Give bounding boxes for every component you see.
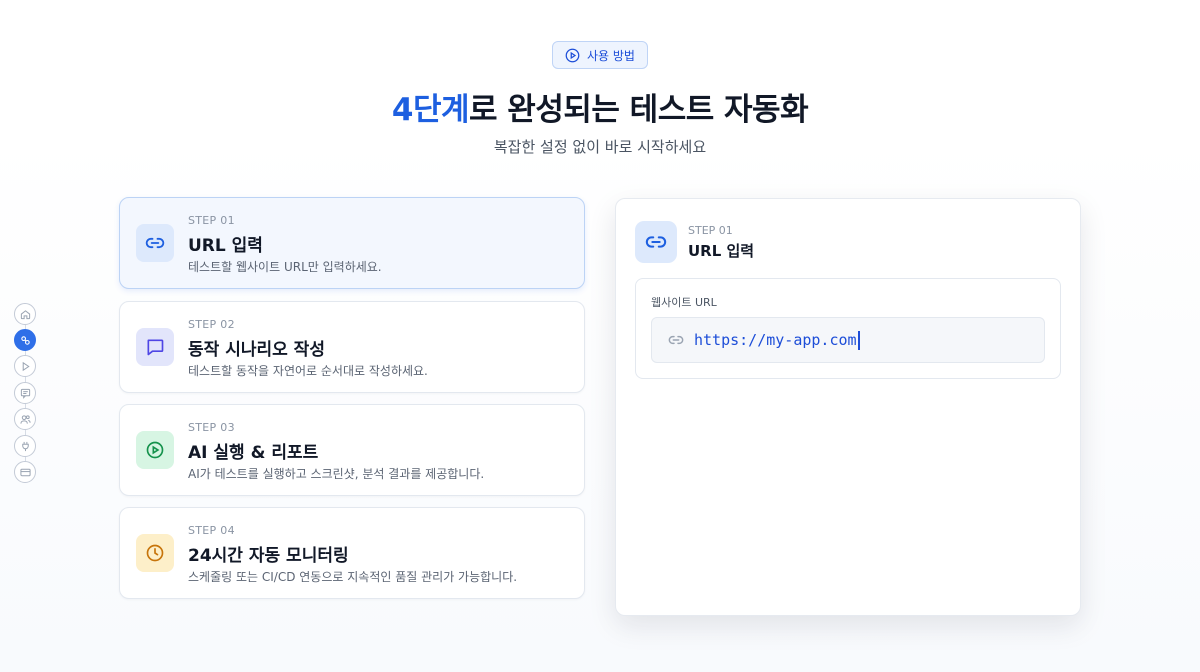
- step-card-3[interactable]: STEP 03 AI 실행 & 리포트 AI가 테스트를 실행하고 스크린샷, …: [119, 404, 585, 496]
- step-4-icon-box: [136, 534, 174, 572]
- step-title: URL 입력: [188, 236, 263, 256]
- url-input-value: https://my-app.com: [694, 331, 857, 349]
- play-icon: [22, 361, 30, 371]
- link-icon: [20, 335, 30, 345]
- how-to-badge: 사용 방법: [552, 41, 648, 69]
- step-title: AI 실행 & 리포트: [188, 443, 319, 463]
- step-preview-panel: STEP 01 URL 입력 웹사이트 URL https://my-app.c…: [615, 198, 1081, 616]
- url-field-label: 웹사이트 URL: [651, 296, 717, 309]
- rail-users-button[interactable]: [14, 408, 36, 430]
- link-icon: [645, 236, 667, 248]
- rail-home-button[interactable]: [14, 303, 36, 325]
- page-subtitle: 복잡한 설정 없이 바로 시작하세요: [493, 138, 707, 156]
- step-card-1[interactable]: STEP 01 URL 입력 테스트할 웹사이트 URL만 입력하세요.: [119, 197, 585, 289]
- message-icon: [20, 388, 30, 399]
- rail-link-button[interactable]: [14, 329, 36, 351]
- step-title: 24시간 자동 모니터링: [188, 546, 349, 566]
- step-number: STEP 03: [188, 421, 235, 434]
- panel-title: URL 입력: [688, 242, 755, 260]
- step-card-4[interactable]: STEP 04 24시간 자동 모니터링 스케줄링 또는 CI/CD 연동으로 …: [119, 507, 585, 599]
- step-number: STEP 01: [188, 214, 235, 227]
- link-icon: [145, 237, 165, 249]
- rail-card-button[interactable]: [14, 461, 36, 483]
- url-input[interactable]: https://my-app.com: [651, 317, 1045, 363]
- text-caret: [857, 331, 860, 350]
- link-icon: [668, 335, 684, 345]
- step-3-icon-box: [136, 431, 174, 469]
- play-circle-icon: [565, 48, 580, 62]
- badge-label: 사용 방법: [587, 48, 635, 63]
- play-circle-icon: [146, 441, 164, 459]
- step-2-icon-box: [136, 328, 174, 366]
- step-card-2[interactable]: STEP 02 동작 시나리오 작성 테스트할 동작을 자연어로 순서대로 작성…: [119, 301, 585, 393]
- panel-icon-box: [635, 221, 677, 263]
- step-description: 스케줄링 또는 CI/CD 연동으로 지속적인 품질 관리가 가능합니다.: [188, 570, 518, 584]
- plug-icon: [21, 441, 29, 451]
- page-title: 4단계로 완성되는 테스트 자동화: [0, 84, 1200, 129]
- panel-step-number: STEP 01: [688, 224, 733, 237]
- step-description: 테스트할 웹사이트 URL만 입력하세요.: [188, 260, 382, 274]
- title-highlight: 4단계: [391, 92, 470, 128]
- step-title: 동작 시나리오 작성: [188, 340, 325, 360]
- title-rest: 로 완성되는 테스트 자동화: [469, 92, 809, 128]
- card-icon: [19, 468, 31, 476]
- step-description: AI가 테스트를 실행하고 스크린샷, 분석 결과를 제공합니다.: [188, 467, 485, 481]
- step-number: STEP 04: [188, 524, 235, 537]
- step-number: STEP 02: [188, 318, 235, 331]
- message-icon: [147, 339, 164, 356]
- step-1-icon-box: [136, 224, 174, 262]
- clock-icon: [146, 544, 164, 562]
- rail-message-button[interactable]: [14, 382, 36, 404]
- step-description: 테스트할 동작을 자연어로 순서대로 작성하세요.: [188, 364, 428, 378]
- rail-plug-button[interactable]: [14, 435, 36, 457]
- home-icon: [20, 309, 30, 319]
- users-icon: [19, 414, 31, 424]
- rail-play-button[interactable]: [14, 355, 36, 377]
- url-field-group: 웹사이트 URL https://my-app.com: [635, 278, 1061, 379]
